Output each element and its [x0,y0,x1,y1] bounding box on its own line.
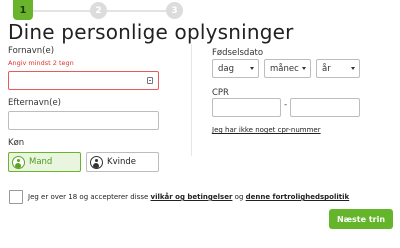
chevron-down-icon [302,67,306,70]
birthdate-label: Fødselsdato [212,48,264,58]
column-divider [191,44,192,156]
first-name-label: Fornavn(e) [8,46,55,56]
gender-option-male[interactable]: Mand [8,152,81,172]
first-name-error: Angiv mindst 2 tegn [8,59,74,67]
first-name-input[interactable] [8,71,159,90]
gender-option-female-label: Kvinde [107,157,136,167]
person-icon [90,155,103,169]
chevron-down-icon [351,67,355,70]
gender-label: Køn [8,138,25,148]
contact-card-icon [147,77,153,84]
birth-month-value: månec [270,63,299,74]
birth-year-value: år [322,63,331,74]
terms-middle: og [234,193,244,201]
step-3-indicator: 3 [166,2,183,19]
next-step-button[interactable]: Næste trin [329,209,393,229]
privacy-policy-link[interactable]: denne fortrolighedspolitik [246,193,350,201]
last-name-input[interactable] [8,111,159,130]
terms-text: Jeg er over 18 og accepterer disse vilkå… [28,193,349,201]
birth-day-select[interactable]: dag [212,59,259,78]
terms-link[interactable]: vilkår og betingelser [151,193,233,201]
gender-option-male-label: Mand [29,157,53,167]
progress-steps: 1 2 3 [0,0,400,22]
page-title: Dine personlige oplysninger [8,20,294,44]
terms-prefix: Jeg er over 18 og accepterer disse [28,193,149,201]
cpr-birthdate-input[interactable] [212,98,281,117]
birth-day-value: dag [218,63,234,74]
terms-checkbox[interactable] [9,190,23,204]
no-cpr-link[interactable]: Jeg har ikke noget cpr-nummer [212,126,321,134]
birth-month-select[interactable]: månec [264,59,311,78]
cpr-label: CPR [212,88,229,98]
step-2-indicator: 2 [90,2,107,19]
chevron-down-icon [250,67,254,70]
last-name-label: Efternavn(e) [8,98,61,108]
person-icon [12,155,25,169]
cpr-number-input[interactable] [290,98,360,117]
birth-year-select[interactable]: år [316,59,360,78]
step-1-indicator: 1 [13,0,33,20]
cpr-separator: - [284,100,288,110]
gender-option-female[interactable]: Kvinde [86,152,159,172]
